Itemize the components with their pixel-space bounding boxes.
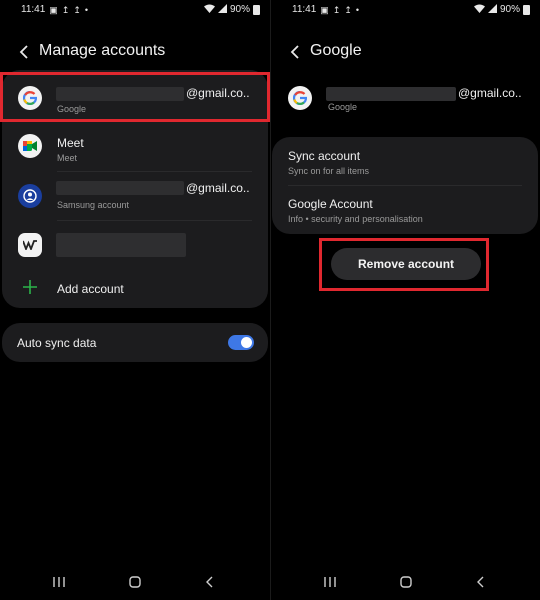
wps-icon [18,233,42,257]
home-icon[interactable] [394,570,418,594]
sync-account-title: Sync account [288,149,361,163]
gallery-notification-icon: ▣ [320,4,329,15]
chevron-left-icon [19,45,28,59]
gallery-notification-icon: ▣ [49,4,58,15]
google-account-item[interactable]: Google Account Info • security and perso… [272,186,538,234]
status-bar: 11:41 ▣ ↥ ↥ • 90% [271,0,540,20]
google-account-subtitle: Info • security and personalisation [288,214,423,224]
redacted-email [56,181,184,195]
upload-icon-2: ↥ [344,4,352,15]
nav-bar [0,564,270,600]
battery-icon [253,4,260,15]
google-account-title: Google Account [288,197,373,211]
signal-icon [217,4,227,15]
battery-percent: 90% [499,4,520,15]
divider [57,171,252,172]
divider [57,220,252,221]
upload-icon: ↥ [61,4,70,15]
auto-sync-label: Auto sync data [17,336,97,350]
recents-icon[interactable] [318,570,342,594]
google-account-screen: 11:41 ▣ ↥ ↥ • 90% Google @gmail.co.. Goo… [270,0,540,600]
battery-icon [523,4,530,15]
account-type: Google [328,102,358,112]
status-bar: 11:41 ▣ ↥ ↥ • 90% [0,0,270,20]
nav-bar [271,564,540,600]
meet-icon [18,134,42,158]
page-title: Manage accounts [39,42,166,59]
dot-icon: • [84,4,89,15]
page-title: Google [310,42,362,59]
battery-percent: 90% [229,4,250,15]
dot-icon: • [355,4,360,15]
home-icon[interactable] [123,570,147,594]
app-bar: Google [271,38,540,66]
account-email-suffix: @gmail.co.. [458,86,522,100]
redacted-account-name [56,233,186,257]
account-header: @gmail.co.. Google [271,80,540,120]
sync-account-item[interactable]: Sync account Sync on for all items [272,137,538,186]
auto-sync-toggle[interactable] [228,335,254,350]
signal-icon [487,4,497,15]
toggle-knob [241,337,252,348]
account-name: Meet [57,136,84,150]
account-type: Meet [57,153,78,163]
clock: 11:41 [21,4,46,15]
manage-accounts-screen: 11:41 ▣ ↥ ↥ • 90% Manage accounts @gmail… [0,0,270,600]
back-button[interactable] [14,40,34,64]
account-row-meet[interactable]: Meet Meet [2,124,268,172]
add-account-label: Add account [57,282,124,296]
account-type: Samsung account [57,200,130,210]
account-email-suffix: @gmail.co.. [186,181,250,195]
redacted-email [326,87,456,101]
add-account-button[interactable]: Add account [2,270,268,306]
highlight-box [319,238,489,291]
wifi-icon [473,4,485,15]
upload-icon-2: ↥ [73,4,81,15]
app-bar: Manage accounts [0,38,270,66]
back-button[interactable] [285,40,305,64]
account-row-wps[interactable] [2,222,268,268]
auto-sync-card[interactable]: Auto sync data [2,323,268,362]
account-options-card: Sync account Sync on for all items Googl… [272,137,538,234]
wifi-icon [203,4,215,15]
plus-icon [23,280,37,294]
account-row-samsung[interactable]: @gmail.co.. Samsung account [2,173,268,221]
recents-icon[interactable] [47,570,71,594]
upload-icon: ↥ [332,4,341,15]
highlight-box [0,72,270,122]
chevron-left-icon [290,45,299,59]
sync-account-subtitle: Sync on for all items [288,166,370,176]
samsung-account-icon [18,184,42,208]
google-icon [288,86,312,110]
clock: 11:41 [292,4,317,15]
back-icon[interactable] [198,570,222,594]
back-icon[interactable] [469,570,493,594]
